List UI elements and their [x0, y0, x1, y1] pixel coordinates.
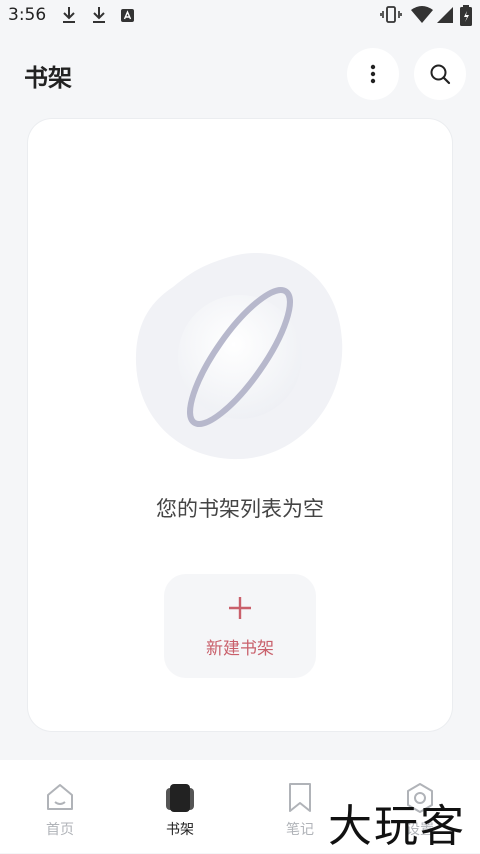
empty-planet-illustration	[135, 253, 343, 460]
new-bookshelf-button[interactable]: 新建书架	[164, 574, 316, 678]
signal-icon	[437, 7, 453, 23]
status-bar: 3:56	[0, 0, 480, 32]
app-notification-icon	[121, 9, 134, 22]
more-vertical-icon	[370, 64, 376, 84]
bookshelf-card: 您的书架列表为空 新建书架	[28, 119, 452, 731]
search-icon	[430, 64, 451, 85]
watermark: 大玩客	[328, 801, 466, 852]
more-options-button[interactable]	[347, 48, 399, 100]
bookmark-icon	[289, 783, 311, 812]
download-icon	[93, 7, 105, 23]
battery-icon	[460, 5, 472, 26]
bookshelf-icon	[166, 784, 194, 812]
search-button[interactable]	[414, 48, 466, 100]
tab-bookshelf-label: 书架	[166, 822, 194, 838]
download-icon	[63, 7, 75, 23]
new-bookshelf-label: 新建书架	[206, 639, 274, 659]
vibrate-icon	[380, 6, 402, 23]
wifi-icon	[411, 6, 433, 23]
plus-icon	[164, 592, 316, 628]
tab-bookshelf[interactable]: 书架	[120, 760, 240, 853]
home-icon	[47, 784, 73, 810]
empty-message: 您的书架列表为空	[156, 497, 324, 521]
app-bar: 书架	[0, 40, 480, 110]
status-time: 3:56	[8, 5, 47, 25]
page-title: 书架	[24, 64, 72, 92]
tab-home[interactable]: 首页	[0, 760, 120, 853]
tab-home-label: 首页	[46, 822, 74, 838]
